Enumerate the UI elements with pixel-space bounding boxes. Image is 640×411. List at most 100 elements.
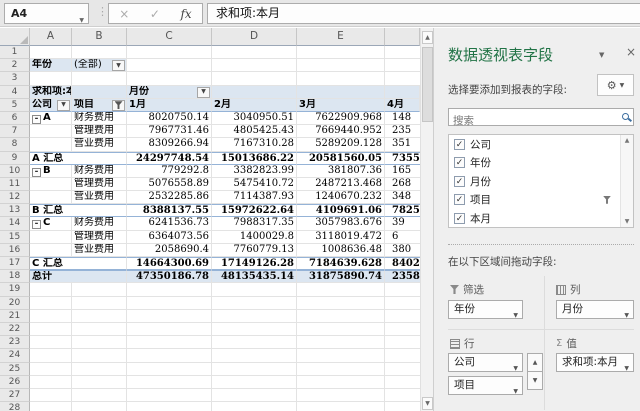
cancel-icon[interactable]: × [119,7,129,21]
cell-D20[interactable] [212,297,297,310]
collapse-button[interactable]: - [32,220,41,229]
cell-A18[interactable]: 总计 [30,270,127,283]
cell-F11[interactable]: 268 [385,178,420,191]
column-header-partial[interactable] [385,28,420,46]
cell-B19[interactable] [72,283,127,296]
collapse-button[interactable]: - [32,115,41,124]
cell-D10[interactable]: 3382823.99 [212,165,297,178]
chevron-down-icon[interactable]: ▼ [513,383,518,400]
cell-D3[interactable] [212,72,297,85]
cell-F26[interactable] [385,376,420,389]
row-header-5[interactable]: 5 [0,99,30,112]
cell-F13[interactable]: 7825 [385,204,420,217]
cell-E27[interactable] [297,389,385,402]
cell-E19[interactable] [297,283,385,296]
row-header-10[interactable]: 10 [0,165,30,178]
cell-D23[interactable] [212,336,297,349]
row-header-1[interactable]: 1 [0,46,30,59]
cell-D7[interactable]: 4805425.43 [212,125,297,138]
cell-D11[interactable]: 5475410.72 [212,178,297,191]
cell-E4[interactable] [297,86,385,99]
cell-E16[interactable]: 1008636.48 [297,244,385,257]
cell-D28[interactable] [212,402,297,411]
cell-C20[interactable] [127,297,212,310]
cell-C3[interactable] [127,72,212,85]
row-header-7[interactable]: 7 [0,125,30,138]
cell-B24[interactable] [72,349,127,362]
field-list-item-月份[interactable]: ✓月份 [449,172,633,191]
cell-B12[interactable]: 营业费用 [72,191,127,204]
cell-F12[interactable]: 348 [385,191,420,204]
cell-C7[interactable]: 7967731.46 [127,125,212,138]
cell-F6[interactable]: 148 [385,112,420,125]
cell-F4[interactable] [385,86,420,99]
cell-C12[interactable]: 2532285.86 [127,191,212,204]
field-chip-row-1[interactable]: 公司 ▼ [448,353,523,372]
cell-D18[interactable]: 48135435.14 [212,270,297,283]
cell-C1[interactable] [127,46,212,59]
cell-E15[interactable]: 3118019.472 [297,231,385,244]
cell-C8[interactable]: 8309266.94 [127,138,212,151]
field-list-item-项目[interactable]: ✓项目 [449,191,633,210]
cell-F23[interactable] [385,336,420,349]
cell-B2[interactable]: (全部)▼ [72,59,127,72]
cell-C10[interactable]: 779292.8 [127,165,212,178]
cell-B14[interactable]: 财务费用 [72,217,127,230]
row-header-8[interactable]: 8 [0,138,30,151]
row-header-11[interactable]: 11 [0,178,30,191]
cell-C19[interactable] [127,283,212,296]
cell-C2[interactable] [127,59,212,72]
cell-E8[interactable]: 5289209.128 [297,138,385,151]
column-header-E[interactable]: E [297,28,385,46]
row-header-15[interactable]: 15 [0,231,30,244]
cell-B4[interactable] [72,86,127,99]
cell-C27[interactable] [127,389,212,402]
cell-F7[interactable]: 235 [385,125,420,138]
cell-F19[interactable] [385,283,420,296]
cell-E25[interactable] [297,363,385,376]
cell-A7[interactable] [30,125,72,138]
cell-F24[interactable] [385,349,420,362]
project-filter-dropdown[interactable] [112,100,125,111]
row-header-23[interactable]: 23 [0,336,30,349]
collapse-button[interactable]: - [32,168,41,177]
cell-C24[interactable] [127,349,212,362]
field-list-item-本月[interactable]: ✓本月 [449,209,633,228]
spin-up-icon[interactable]: ▲ [527,353,543,372]
cell-A27[interactable] [30,389,72,402]
formula-input[interactable]: 求和项:本月 [207,3,640,24]
cell-F21[interactable] [385,310,420,323]
cell-B25[interactable] [72,363,127,376]
enter-icon[interactable]: ✓ [150,7,160,21]
cell-A21[interactable] [30,310,72,323]
cell-E6[interactable]: 7622909.968 [297,112,385,125]
cell-E9[interactable]: 20581560.05 [297,152,385,165]
cell-C25[interactable] [127,363,212,376]
cell-B5[interactable]: 项目 [72,99,127,112]
cell-C11[interactable]: 5076558.89 [127,178,212,191]
pane-close-icon[interactable]: × [626,45,636,59]
cell-D16[interactable]: 7760779.13 [212,244,297,257]
cell-B10[interactable]: 财务费用 [72,165,127,178]
cell-A13[interactable]: B 汇总 [30,204,127,217]
field-chip-filter[interactable]: 年份 ▼ [448,300,523,319]
cell-A4[interactable]: 求和项:本月 [30,86,72,99]
row-header-4[interactable]: 4 [0,86,30,99]
cell-A24[interactable] [30,349,72,362]
cell-E10[interactable]: 381807.36 [297,165,385,178]
cell-F1[interactable] [385,46,420,59]
cell-A19[interactable] [30,283,72,296]
cell-E1[interactable] [297,46,385,59]
cell-E23[interactable] [297,336,385,349]
tools-button[interactable]: ⚙ ▼ [597,74,634,96]
checkbox-icon[interactable]: ✓ [454,176,465,187]
row-header-25[interactable]: 25 [0,363,30,376]
cell-C28[interactable] [127,402,212,411]
filter-value-dropdown[interactable]: ▼ [112,60,125,71]
cell-C14[interactable]: 6241536.73 [127,217,212,230]
cell-F8[interactable]: 351 [385,138,420,151]
cell-E22[interactable] [297,323,385,336]
cell-F28[interactable] [385,402,420,411]
cell-F18[interactable]: 2358 [385,270,420,283]
search-input[interactable] [449,113,609,129]
